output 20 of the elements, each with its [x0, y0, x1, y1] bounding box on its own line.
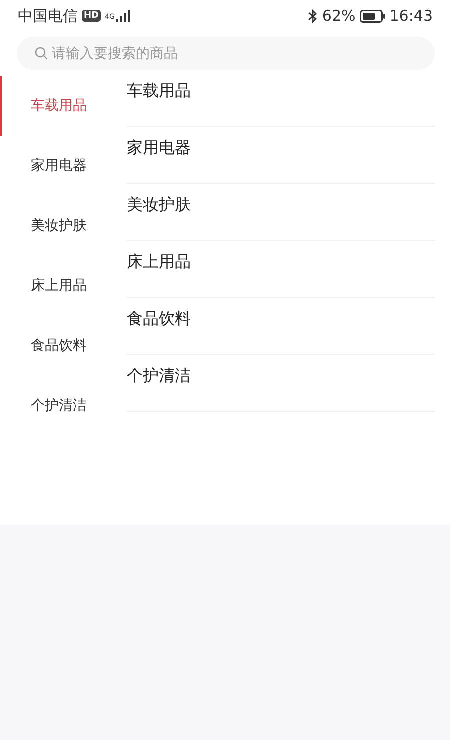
category-item[interactable]: 个护清洁	[127, 355, 435, 412]
sidebar-item[interactable]: 个护清洁	[0, 376, 127, 436]
carrier-name: 中国电信	[18, 6, 78, 26]
category-item[interactable]: 床上用品	[127, 241, 435, 298]
battery-percent: 62%	[322, 7, 356, 25]
signal-icon	[116, 10, 130, 22]
sidebar-item[interactable]: 家用电器	[0, 136, 127, 196]
sidebar-item[interactable]: 床上用品	[0, 256, 127, 316]
battery-icon	[360, 10, 386, 22]
sidebar-item[interactable]: 车载用品	[0, 76, 127, 136]
sidebar-item[interactable]: 食品饮料	[0, 316, 127, 376]
sidebar-item[interactable]: 美妆护肤	[0, 196, 127, 256]
search-field[interactable]: 请输入要搜索的商品	[17, 37, 435, 70]
hd-badge: HD	[82, 10, 102, 22]
category-item[interactable]: 家用电器	[127, 127, 435, 184]
category-item[interactable]: 食品饮料	[127, 298, 435, 355]
category-item[interactable]: 美妆护肤	[127, 184, 435, 241]
bluetooth-icon	[308, 8, 318, 24]
category-item[interactable]: 车载用品	[127, 70, 435, 127]
clock-time: 16:43	[390, 7, 433, 25]
